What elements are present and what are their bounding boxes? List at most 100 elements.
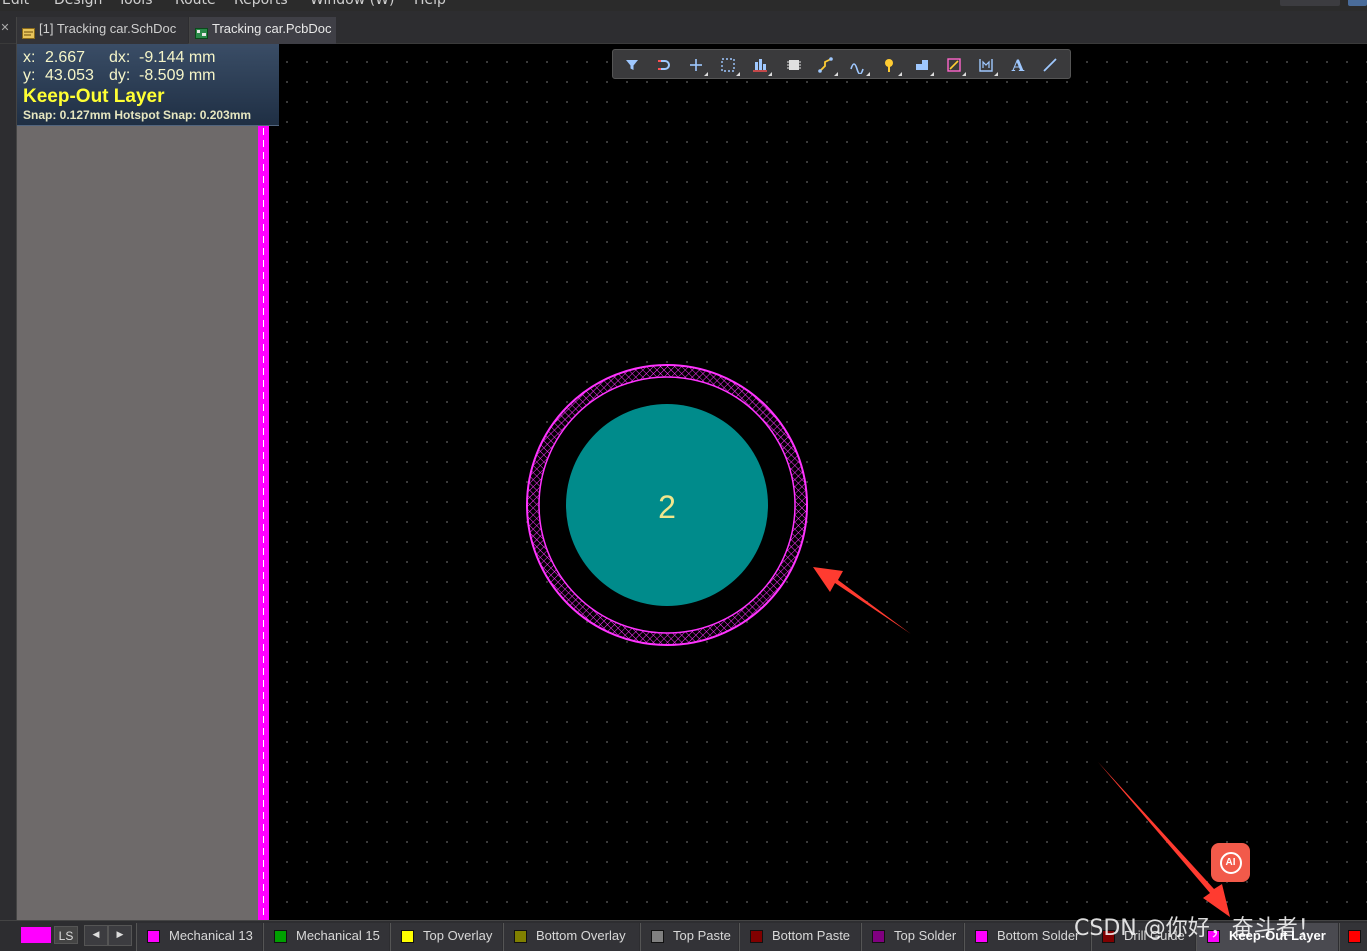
layer-tab-bottom-solder[interactable]: Bottom Solder <box>964 923 1090 951</box>
fill-icon[interactable] <box>909 53 935 77</box>
layer-tab-label: Bottom Paste <box>772 928 851 943</box>
menu-tools[interactable]: Tools <box>118 0 153 8</box>
menu-window[interactable]: Window (W) <box>310 0 394 8</box>
hud-snap-info: Snap: 0.127mm Hotspot Snap: 0.203mm <box>23 108 252 122</box>
route-icon[interactable] <box>813 53 839 77</box>
pad-designator: 2 <box>658 489 676 525</box>
left-panel-strip[interactable] <box>0 44 17 920</box>
layer-tab-bottom-paste[interactable]: Bottom Paste <box>739 923 860 951</box>
place-plus-icon[interactable] <box>683 53 709 77</box>
dropdown-corner-icon <box>930 72 934 76</box>
layer-tab-bottom-overlay[interactable]: Bottom Overlay <box>503 923 639 951</box>
layer-tab-label: Mechanical 15 <box>296 928 380 943</box>
dropdown-corner-icon <box>994 72 998 76</box>
dropdown-corner-icon <box>898 72 902 76</box>
layer-set-button[interactable]: LS <box>54 926 78 944</box>
interactive-routing-select-icon[interactable] <box>651 53 677 77</box>
hud-dy-label: dy: <box>109 67 131 84</box>
layer-tab-label: Keep-Out Layer <box>1229 928 1326 943</box>
layer-tab-label: Bottom Overlay <box>536 928 626 943</box>
layer-tab-top-paste[interactable]: Top Paste <box>640 923 738 951</box>
hud-dx-label: dx: <box>109 49 131 66</box>
diff-pair-icon[interactable] <box>845 53 871 77</box>
tab-pcbdoc[interactable]: Tracking car.PcbDoc <box>189 17 336 44</box>
layer-color-swatch <box>514 930 527 943</box>
layer-tab-label: Top Solder <box>894 928 957 943</box>
hud-dy-value: -8.509 mm <box>139 67 216 84</box>
hud-y-row: y: 43.053 dy: -8.509 mm <box>23 67 273 85</box>
filter-icon[interactable] <box>619 53 645 77</box>
dropdown-corner-icon <box>736 72 740 76</box>
align-icon[interactable] <box>747 53 773 77</box>
menu-route[interactable]: Route <box>175 0 216 8</box>
top-right-button[interactable] <box>1280 0 1340 6</box>
layer-tab-top-solder[interactable]: Top Solder <box>861 923 963 951</box>
layer-tab-label: Top Paste <box>673 928 731 943</box>
place-component-icon[interactable] <box>781 53 807 77</box>
layer-tab-mechanical-15[interactable]: Mechanical 15 <box>263 923 389 951</box>
dimension-icon[interactable] <box>973 53 999 77</box>
place-line-icon[interactable] <box>1037 53 1063 77</box>
layer-color-swatch <box>1102 930 1115 943</box>
layer-color-swatch <box>147 930 160 943</box>
hud-x-label: x: <box>23 49 36 66</box>
sheet-area <box>17 44 258 920</box>
layer-scroll-right-icon[interactable]: ▶ <box>108 925 132 946</box>
layer-color-swatch <box>975 930 988 943</box>
active-bar-toolbar: A <box>612 49 1071 79</box>
top-right-blue-button[interactable] <box>1348 0 1367 6</box>
hud-x-row: x: 2.667 dx: -9.144 mm <box>23 49 273 67</box>
tab-label: Tracking car.PcbDoc <box>212 21 332 36</box>
tab-schdoc[interactable]: [1] Tracking car.SchDoc <box>16 17 188 44</box>
dropdown-corner-icon <box>962 72 966 76</box>
polygon-icon[interactable] <box>941 53 967 77</box>
layer-tab-label: Drill Guide <box>1124 928 1185 943</box>
board-outline-edge <box>258 44 269 920</box>
place-string-icon[interactable]: A <box>1005 53 1031 77</box>
hud-y-value: 43.053 <box>45 67 94 84</box>
layer-color-swatch <box>651 930 664 943</box>
pad-graphic[interactable]: 2 <box>512 352 824 658</box>
layer-tab-next[interactable] <box>1339 923 1367 951</box>
layer-color-swatch <box>1348 930 1361 943</box>
board-edge-dashes <box>263 44 264 920</box>
layer-tab-label: Bottom Solder <box>997 928 1080 943</box>
ai-assistant-button[interactable]: AI <box>1211 843 1250 882</box>
select-area-icon[interactable] <box>715 53 741 77</box>
layer-scroll-left-icon[interactable]: ◀ <box>84 925 108 946</box>
current-layer-swatch[interactable] <box>21 927 51 943</box>
layer-tab-bar: LS ◀ ▶ Mechanical 13 Mechanical 15 Top O… <box>0 920 1367 951</box>
document-tab-bar: ✕ [1] Tracking car.SchDoc Tracking car.P… <box>0 11 1367 44</box>
layer-tab-top-overlay[interactable]: Top Overlay <box>390 923 502 951</box>
layer-tab-keep-out-layer[interactable]: Keep-Out Layer <box>1196 923 1338 951</box>
layer-tab-label: Mechanical 13 <box>169 928 253 943</box>
menu-help[interactable]: Help <box>414 0 446 8</box>
dropdown-corner-icon <box>768 72 772 76</box>
hud-y-label: y: <box>23 67 36 84</box>
menu-reports[interactable]: Reports <box>234 0 288 8</box>
menu-bar: Edit Design Tools Route Reports Window (… <box>0 0 1367 11</box>
tab-scroll-icon[interactable]: ✕ <box>0 21 10 34</box>
svg-text:A: A <box>1011 56 1025 74</box>
hud-dx-value: -9.144 mm <box>139 49 216 66</box>
ai-icon: AI <box>1219 851 1242 874</box>
layer-color-swatch <box>401 930 414 943</box>
hud-current-layer: Keep-Out Layer <box>23 86 165 107</box>
heads-up-display: x: 2.667 dx: -9.144 mm y: 43.053 dy: -8.509 mm… <box>17 44 279 126</box>
schematic-doc-icon <box>22 23 35 39</box>
layer-tab-mechanical-13[interactable]: Mechanical 13 <box>136 923 262 951</box>
place-pad-icon[interactable] <box>877 53 903 77</box>
layer-color-swatch <box>750 930 763 943</box>
tab-label: [1] Tracking car.SchDoc <box>39 21 177 36</box>
layer-color-swatch <box>1207 930 1220 943</box>
layer-tab-label: Top Overlay <box>423 928 493 943</box>
hud-x-value: 2.667 <box>45 49 86 66</box>
layer-tab-drill-guide[interactable]: Drill Guide <box>1091 923 1195 951</box>
menu-edit[interactable]: Edit <box>2 0 29 8</box>
layer-color-swatch <box>274 930 287 943</box>
dropdown-corner-icon <box>866 72 870 76</box>
dropdown-corner-icon <box>704 72 708 76</box>
menu-design[interactable]: Design <box>54 0 102 8</box>
dropdown-corner-icon <box>834 72 838 76</box>
layer-color-swatch <box>872 930 885 943</box>
